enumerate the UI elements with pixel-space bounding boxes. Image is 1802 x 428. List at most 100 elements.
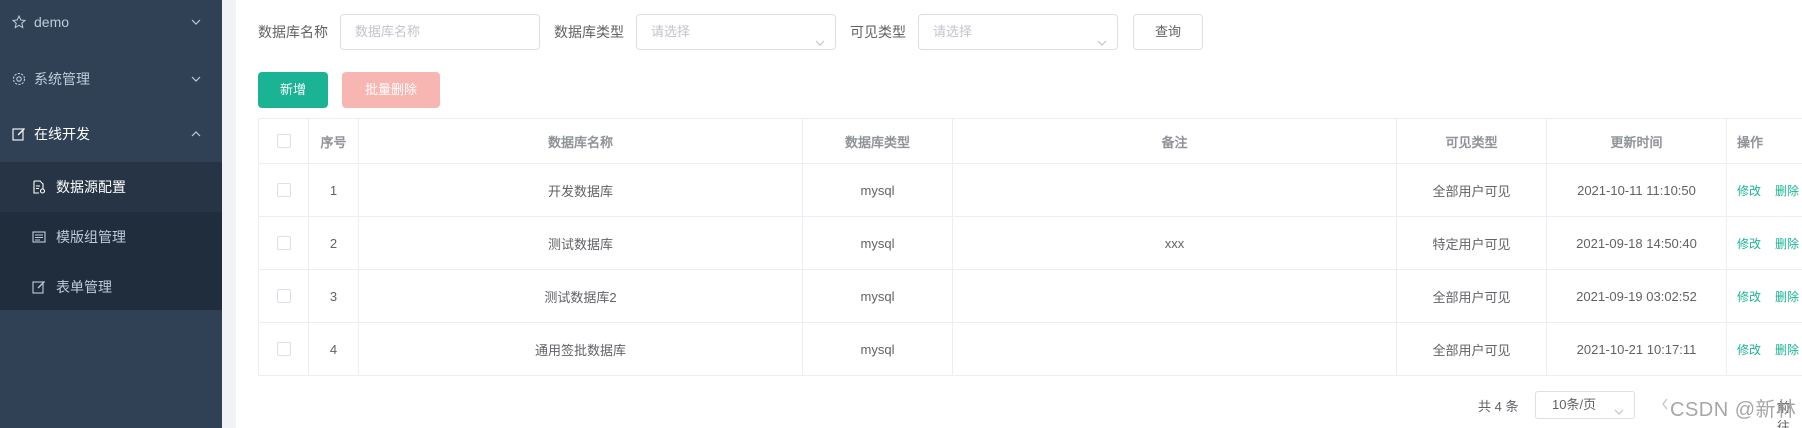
row-visibility: 全部用户可见	[1397, 270, 1547, 322]
row-ops: 修改 删除	[1727, 164, 1802, 216]
header-visibility: 可见类型	[1397, 119, 1547, 163]
header-type: 数据库类型	[803, 119, 953, 163]
db-type-select[interactable]: 请选择	[636, 14, 836, 50]
gear-icon	[12, 72, 26, 86]
sidebar-item-system[interactable]: 系统管理	[0, 54, 222, 104]
delete-link[interactable]: 删除	[1775, 341, 1799, 358]
add-button[interactable]: 新增	[258, 72, 328, 108]
edit-link[interactable]: 修改	[1737, 341, 1761, 358]
sidebar-item-label: 系统管理	[34, 71, 90, 87]
delete-link[interactable]: 删除	[1775, 288, 1799, 305]
visibility-select[interactable]: 请选择	[918, 14, 1118, 50]
query-button[interactable]: 查询	[1133, 14, 1203, 50]
star-icon	[12, 15, 26, 29]
batch-delete-button[interactable]: 批量删除	[342, 72, 440, 108]
sidebar-item-label: 模版组管理	[56, 229, 126, 245]
table-row: 2 测试数据库 mysql xxx 特定用户可见 2021-09-18 14:5…	[259, 217, 1802, 270]
sidebar-item-label: demo	[34, 14, 70, 30]
delete-link[interactable]: 删除	[1775, 235, 1799, 252]
submenu: 数据源配置 模版组管理 表单管理	[0, 162, 222, 310]
select-all-checkbox[interactable]	[276, 134, 291, 148]
edit-link[interactable]: 修改	[1737, 288, 1761, 305]
page-size-value: 10条/页	[1552, 397, 1597, 412]
row-name: 测试数据库	[359, 217, 803, 269]
edit-link[interactable]: 修改	[1737, 235, 1761, 252]
delete-link[interactable]: 删除	[1775, 182, 1799, 199]
row-name: 开发数据库	[359, 164, 803, 216]
row-checkbox[interactable]	[276, 183, 291, 197]
row-checkbox[interactable]	[276, 236, 291, 250]
row-checkbox-cell	[259, 323, 309, 375]
watermark: CSDN @新林	[1670, 399, 1797, 421]
table-header: 序号 数据库名称 数据库类型 备注 可见类型 更新时间 操作	[259, 119, 1802, 164]
row-type: mysql	[803, 323, 953, 375]
row-index: 2	[309, 217, 359, 269]
row-checkbox-cell	[259, 217, 309, 269]
row-type: mysql	[803, 270, 953, 322]
row-remark: xxx	[953, 217, 1397, 269]
main-content: 数据库名称 数据库名称 数据库类型 请选择 可见类型 请选择 查询 新增 批量删…	[222, 0, 1802, 428]
row-index: 3	[309, 270, 359, 322]
edit-icon	[12, 127, 26, 141]
gutter	[222, 0, 236, 428]
edit-link[interactable]: 修改	[1737, 182, 1761, 199]
row-ops: 修改 删除	[1727, 323, 1802, 375]
sidebar-item-label: 表单管理	[56, 279, 112, 295]
sidebar-item-online-dev[interactable]: 在线开发	[0, 110, 222, 158]
sidebar-item-label: 在线开发	[34, 126, 90, 142]
pagination-total: 共 4 条	[1478, 399, 1519, 414]
chevron-up-icon	[190, 128, 202, 140]
row-ops: 修改 删除	[1727, 270, 1802, 322]
row-name: 通用签批数据库	[359, 323, 803, 375]
edit-icon	[32, 280, 46, 294]
table-row: 4 通用签批数据库 mysql 全部用户可见 2021-10-21 10:17:…	[259, 323, 1802, 376]
page-size-select[interactable]: 10条/页	[1535, 391, 1635, 419]
visibility-placeholder: 请选择	[933, 24, 973, 39]
row-type: mysql	[803, 217, 953, 269]
header-checkbox-cell	[259, 119, 309, 163]
header-index: 序号	[309, 119, 359, 163]
table-row: 3 测试数据库2 mysql 全部用户可见 2021-09-19 03:02:5…	[259, 270, 1802, 323]
sidebar-item-form-management[interactable]: 表单管理	[0, 262, 222, 312]
db-name-input[interactable]: 数据库名称	[340, 14, 540, 50]
row-remark	[953, 323, 1397, 375]
chevron-down-icon	[1614, 400, 1624, 415]
row-checkbox-cell	[259, 270, 309, 322]
row-checkbox[interactable]	[276, 289, 291, 303]
row-remark	[953, 164, 1397, 216]
sidebar-item-demo[interactable]: demo	[0, 0, 222, 44]
header-updated: 更新时间	[1547, 119, 1727, 163]
row-ops: 修改 删除	[1727, 217, 1802, 269]
visibility-label: 可见类型	[850, 24, 906, 40]
row-index: 4	[309, 323, 359, 375]
document-settings-icon	[32, 180, 46, 194]
row-index: 1	[309, 164, 359, 216]
db-name-label: 数据库名称	[258, 24, 328, 40]
sidebar: demo 系统管理 在线开发 数据源配置 模版组管理 表单管理	[0, 0, 222, 428]
row-visibility: 全部用户可见	[1397, 164, 1547, 216]
row-updated: 2021-10-21 10:17:11	[1547, 323, 1727, 375]
row-remark	[953, 270, 1397, 322]
chevron-down-icon	[190, 73, 202, 85]
row-checkbox[interactable]	[276, 342, 291, 356]
db-type-label: 数据库类型	[554, 24, 624, 40]
row-updated: 2021-10-11 11:10:50	[1547, 164, 1727, 216]
row-type: mysql	[803, 164, 953, 216]
chevron-down-icon	[190, 16, 202, 28]
sidebar-item-template-group[interactable]: 模版组管理	[0, 212, 222, 262]
row-checkbox-cell	[259, 164, 309, 216]
row-visibility: 特定用户可见	[1397, 217, 1547, 269]
header-name: 数据库名称	[359, 119, 803, 163]
datasource-table: 序号 数据库名称 数据库类型 备注 可见类型 更新时间 操作 1 开发数据库 m…	[258, 118, 1802, 376]
db-type-placeholder: 请选择	[651, 24, 691, 39]
sidebar-item-datasource[interactable]: 数据源配置	[0, 162, 222, 212]
row-updated: 2021-09-18 14:50:40	[1547, 217, 1727, 269]
row-visibility: 全部用户可见	[1397, 323, 1547, 375]
table-row: 1 开发数据库 mysql 全部用户可见 2021-10-11 11:10:50…	[259, 164, 1802, 217]
template-icon	[32, 230, 46, 244]
header-remark: 备注	[953, 119, 1397, 163]
chevron-down-icon	[1097, 27, 1107, 46]
sidebar-item-label: 数据源配置	[56, 179, 126, 195]
db-name-placeholder: 数据库名称	[355, 24, 421, 39]
chevron-down-icon	[815, 27, 825, 46]
